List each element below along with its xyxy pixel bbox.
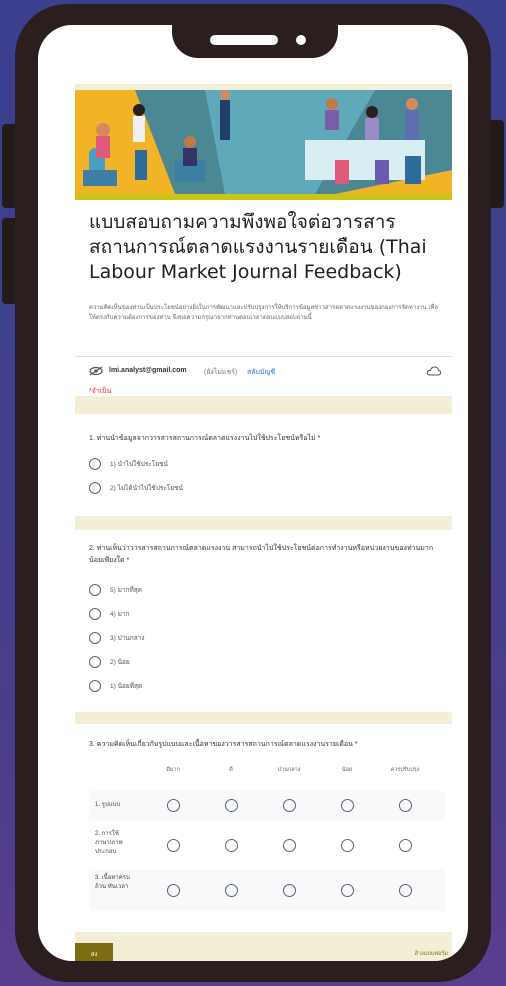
phone-screen: แบบสอบถามความพึงพอใจต่อวารสาร สถานการณ์ต…: [38, 25, 468, 961]
grid-radio[interactable]: [225, 839, 238, 852]
radio-button[interactable]: [89, 458, 101, 470]
grid-row-1: 1. รูปแบบ: [89, 791, 445, 821]
grid-radio[interactable]: [341, 884, 354, 897]
grid-column-header: ดีมาก: [166, 767, 180, 773]
q2-option-4[interactable]: 4) มาก: [89, 606, 129, 622]
question-1-text: 1. ท่านนำข้อมูลจากวารสารสถานการณ์ตลาดแรง…: [89, 435, 321, 442]
radio-button[interactable]: [89, 482, 101, 494]
radio-button[interactable]: [89, 680, 101, 692]
option-label: 2) ไม่ได้นำไปใช้ประโยชน์: [110, 485, 183, 492]
grid-row-3: 3. เนื้อหาครบถ้วน ทันเวลา: [89, 869, 445, 911]
speaker-icon: [210, 35, 278, 45]
radio-button[interactable]: [89, 632, 101, 644]
grid-radio[interactable]: [399, 884, 412, 897]
question-3-text: 3. ความคิดเห็นเกี่ยวกับรูปแบบและเนื้อหาข…: [89, 741, 358, 748]
q2-option-1[interactable]: 1) น้อยที่สุด: [89, 678, 142, 694]
grid-column-header: ดี: [229, 767, 233, 773]
grid-radio[interactable]: [167, 799, 180, 812]
grid-radio[interactable]: [399, 799, 412, 812]
option-label: 3) ปานกลาง: [110, 635, 145, 642]
form-description: ความคิดเห็นของท่านเป็นประโยชน์อย่างยิ่งใ…: [89, 305, 438, 321]
q2-option-2[interactable]: 2) น้อย: [89, 654, 130, 670]
grid-radio[interactable]: [283, 884, 296, 897]
phone-frame: แบบสอบถามความพึงพอใจต่อวารสาร สถานการณ์ต…: [15, 4, 491, 982]
form-header-illustration: [75, 90, 452, 194]
option-label: 4) มาก: [110, 611, 130, 618]
option-label: 2) น้อย: [110, 659, 130, 666]
grid-radio[interactable]: [341, 839, 354, 852]
grid-row-label: 2. การใช้ภาษา/ภาพประกอบ: [95, 831, 123, 855]
cloud-off-icon: [427, 366, 441, 376]
option-label: 1) น้อยที่สุด: [110, 683, 143, 690]
grid-column-header: น้อย: [341, 767, 353, 773]
grid-radio[interactable]: [225, 799, 238, 812]
grid-column-header: ควรปรับปรุง: [390, 767, 420, 773]
grid-radio[interactable]: [167, 884, 180, 897]
radio-button[interactable]: [89, 608, 101, 620]
option-label: 5) มากที่สุด: [110, 587, 142, 594]
account-status: (ยังไม่แชร์): [204, 369, 238, 376]
grid-row-2: 2. การใช้ภาษา/ภาพประกอบ: [89, 825, 445, 865]
google-form-page: แบบสอบถามความพึงพอใจต่อวารสาร สถานการณ์ต…: [75, 84, 452, 961]
q1-option-1[interactable]: 1) นำไปใช้ประโยชน์: [89, 456, 168, 472]
switch-account-link[interactable]: สลับบัญชี: [247, 367, 275, 378]
grid-radio[interactable]: [167, 839, 180, 852]
q2-option-3[interactable]: 3) ปานกลาง: [89, 630, 145, 646]
grid-radio[interactable]: [283, 839, 296, 852]
grid-row-label: 1. รูปแบบ: [95, 802, 121, 808]
account-row: lmi.analyst@gmail.com (ยังไม่แชร์) สลับบ…: [89, 364, 441, 380]
grid-row-label: 3. เนื้อหาครบถ้วน ทันเวลา: [95, 875, 130, 890]
grid-radio[interactable]: [341, 799, 354, 812]
question-2-text: 2. ท่านเห็นว่าวารสารสถานการณ์ตลาดแรงงาน …: [89, 545, 434, 564]
grid-radio[interactable]: [399, 839, 412, 852]
grid-radio[interactable]: [225, 884, 238, 897]
form-title: แบบสอบถามความพึงพอใจต่อวารสาร สถานการณ์ต…: [89, 211, 427, 283]
grid-radio[interactable]: [283, 799, 296, 812]
option-label: 1) นำไปใช้ประโยชน์: [110, 461, 168, 468]
q2-option-5[interactable]: 5) มากที่สุด: [89, 582, 142, 598]
phone-notch: [172, 25, 338, 58]
radio-button[interactable]: [89, 584, 101, 596]
eye-off-icon: [89, 366, 103, 376]
grid-column-header: ปานกลาง: [277, 767, 301, 773]
camera-icon: [296, 35, 306, 45]
required-note: *จำเป็น: [89, 388, 112, 395]
radio-button[interactable]: [89, 656, 101, 668]
clear-form-link[interactable]: ล้างแบบฟอร์ม: [415, 950, 448, 958]
q1-option-2[interactable]: 2) ไม่ได้นำไปใช้ประโยชน์: [89, 480, 183, 496]
divider: [75, 356, 452, 357]
submit-button[interactable]: ส่ง: [75, 943, 113, 961]
account-email: lmi.analyst@gmail.com: [109, 367, 187, 374]
